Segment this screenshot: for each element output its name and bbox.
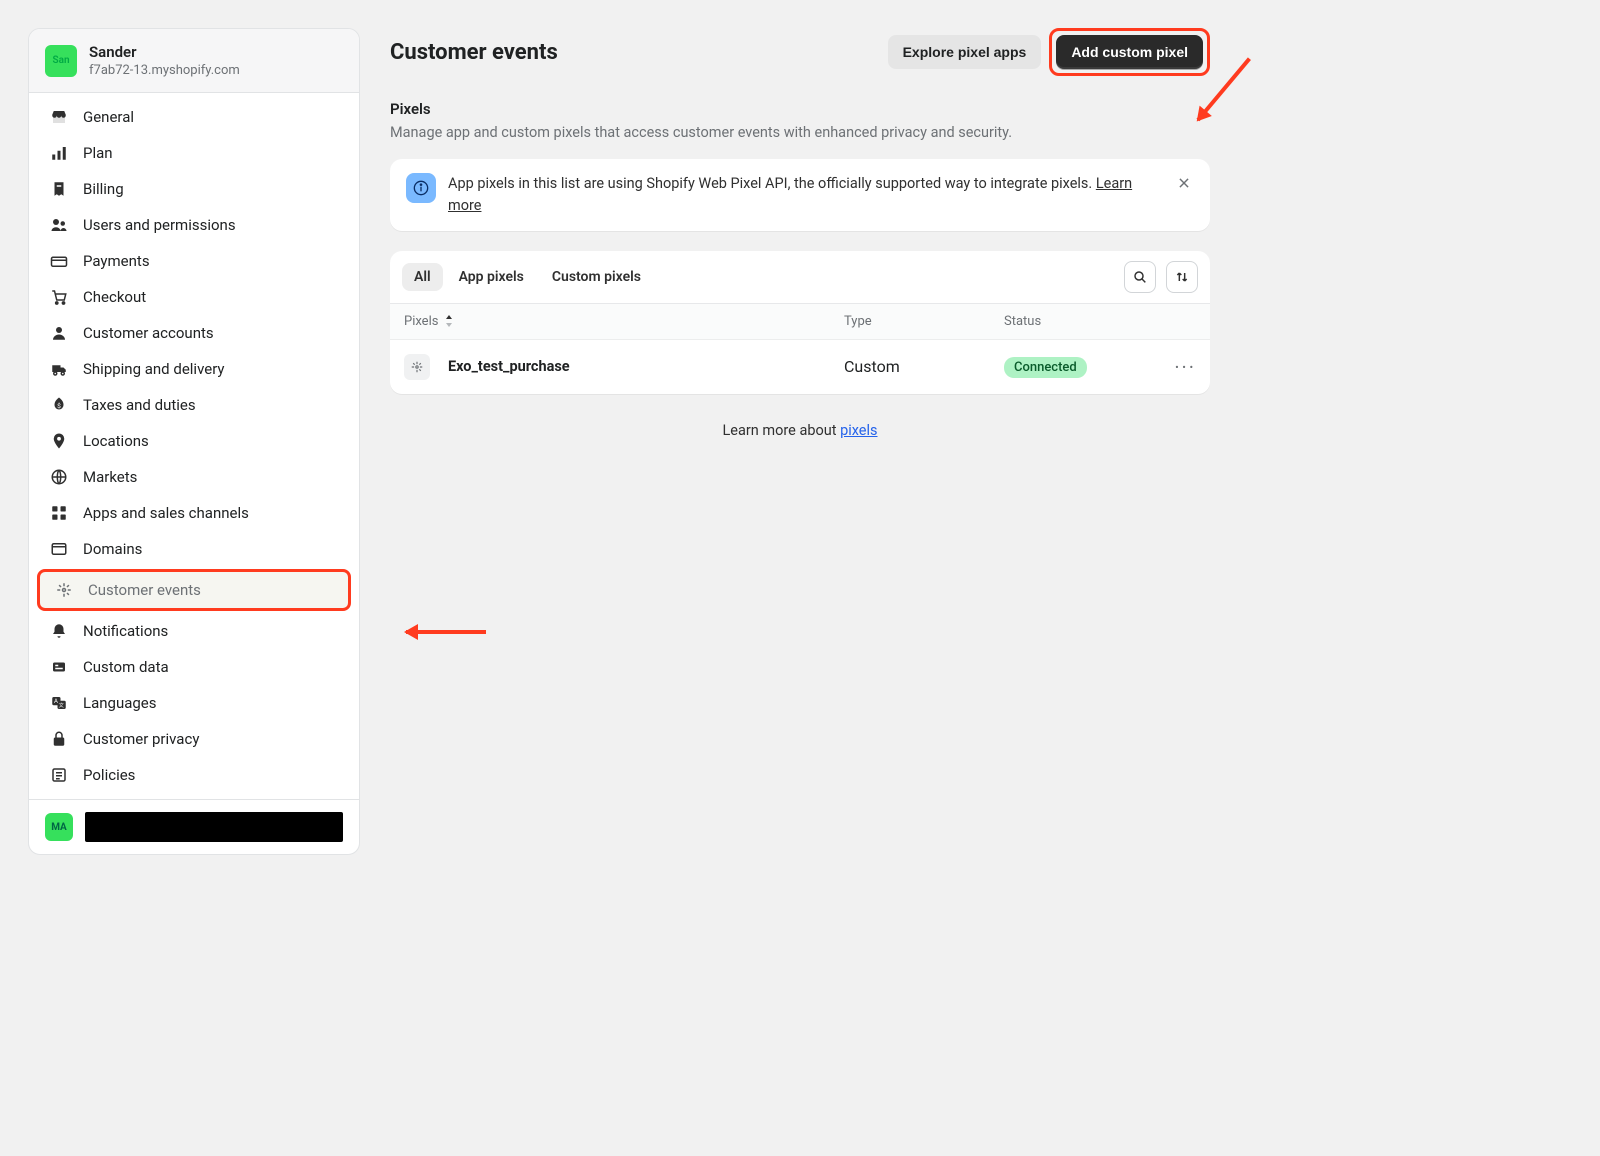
pixels-docs-link[interactable]: pixels [840,422,877,439]
sidebar-item-label: Customer accounts [83,324,214,342]
sidebar-item-label: Customer events [88,581,201,599]
bell-icon [49,621,69,641]
taxes-icon: $ [49,395,69,415]
redacted-user-info [85,812,343,842]
store-icon [49,107,69,127]
tab-all[interactable]: All [402,263,443,291]
sidebar-item-label: Customer privacy [83,730,199,748]
pixel-icon [54,580,74,600]
sidebar-item-custom-data[interactable]: Custom data [35,649,353,685]
apps-icon [49,503,69,523]
users-icon [49,215,69,235]
sidebar-item-label: Locations [83,432,149,450]
sidebar-item-payments[interactable]: Payments [35,243,353,279]
sidebar-item-label: General [83,108,134,126]
learn-more-footer: Learn more about pixels [390,422,1210,439]
main-content: Customer events Explore pixel apps Add c… [390,28,1210,855]
status-badge: Connected [1004,357,1087,378]
svg-text:$: $ [57,402,61,410]
markets-icon [49,467,69,487]
info-icon [406,173,436,203]
sidebar-footer: MA [29,799,359,854]
search-icon[interactable] [1124,261,1156,293]
pixels-section-title: Pixels [390,100,1210,118]
shop-name: Sander [89,43,240,61]
column-header-pixels[interactable]: Pixels [404,314,844,329]
column-header-type[interactable]: Type [844,314,1004,329]
sort-icon[interactable] [1166,261,1198,293]
add-custom-pixel-button[interactable]: Add custom pixel [1056,35,1203,69]
sidebar-item-label: Apps and sales channels [83,504,249,522]
sidebar-item-label: Shipping and delivery [83,360,225,378]
sidebar-item-label: Domains [83,540,142,558]
person-icon [49,323,69,343]
info-banner-text: App pixels in this list are using Shopif… [448,173,1162,217]
payments-icon [49,251,69,271]
add-custom-pixel-highlight: Add custom pixel [1049,28,1210,76]
tab-app-pixels[interactable]: App pixels [447,263,536,291]
pixel-type: Custom [844,357,1004,376]
sidebar-item-plan[interactable]: Plan [35,135,353,171]
table-row[interactable]: Exo_test_purchase Custom Connected ··· [390,339,1210,394]
table-header-row: Pixels Type Status [390,303,1210,339]
sidebar-item-languages[interactable]: A文 Languages [35,685,353,721]
settings-nav: General Plan Billing Users and permissions P… [29,93,359,799]
sidebar-item-billing[interactable]: Billing [35,171,353,207]
sidebar-item-taxes-and-duties[interactable]: $ Taxes and duties [35,387,353,423]
lang-icon: A文 [49,693,69,713]
row-actions-menu-icon[interactable]: ··· [1154,355,1196,379]
user-avatar[interactable]: MA [45,813,73,841]
sidebar-item-policies[interactable]: Policies [35,757,353,793]
settings-sidebar: San Sander f7ab72-13.myshopify.com Gener… [28,28,360,855]
sidebar-item-customer-events[interactable]: Customer events [37,569,351,611]
pixels-table: All App pixels Custom pixels Pixels Type… [390,251,1210,394]
checkout-icon [49,287,69,307]
sidebar-item-label: Users and permissions [83,216,236,234]
sidebar-item-notifications[interactable]: Notifications [35,613,353,649]
sidebar-item-general[interactable]: General [35,99,353,135]
sidebar-item-locations[interactable]: Locations [35,423,353,459]
close-icon[interactable] [1174,173,1194,193]
tab-custom-pixels[interactable]: Custom pixels [540,263,653,291]
data-icon [49,657,69,677]
pixels-section-description: Manage app and custom pixels that access… [390,124,1210,141]
sidebar-item-label: Notifications [83,622,168,640]
sidebar-item-markets[interactable]: Markets [35,459,353,495]
lock-icon [49,729,69,749]
sort-indicator-icon [444,315,454,327]
shop-identity[interactable]: San Sander f7ab72-13.myshopify.com [29,29,359,93]
sidebar-item-shipping-and-delivery[interactable]: Shipping and delivery [35,351,353,387]
sidebar-item-customer-accounts[interactable]: Customer accounts [35,315,353,351]
annotation-arrow-left [406,630,486,634]
domains-icon [49,539,69,559]
shop-domain: f7ab72-13.myshopify.com [89,63,240,78]
sidebar-item-label: Taxes and duties [83,396,196,414]
column-header-status[interactable]: Status [1004,314,1154,329]
policies-icon [49,765,69,785]
sidebar-item-checkout[interactable]: Checkout [35,279,353,315]
explore-pixel-apps-button[interactable]: Explore pixel apps [888,35,1042,69]
svg-text:A: A [54,698,58,705]
shipping-icon [49,359,69,379]
info-banner: App pixels in this list are using Shopif… [390,159,1210,231]
location-icon [49,431,69,451]
billing-icon [49,179,69,199]
sidebar-item-domains[interactable]: Domains [35,531,353,567]
sidebar-item-label: Plan [83,144,113,162]
sidebar-item-label: Policies [83,766,135,784]
sidebar-item-apps-and-sales-channels[interactable]: Apps and sales channels [35,495,353,531]
pixel-icon [404,354,430,380]
sidebar-item-label: Checkout [83,288,146,306]
sidebar-item-label: Markets [83,468,137,486]
sidebar-item-label: Payments [83,252,150,270]
sidebar-item-customer-privacy[interactable]: Customer privacy [35,721,353,757]
sidebar-item-label: Billing [83,180,124,198]
pixel-name: Exo_test_purchase [448,358,570,375]
sidebar-item-users-and-permissions[interactable]: Users and permissions [35,207,353,243]
sidebar-item-label: Languages [83,694,157,712]
shop-avatar: San [45,45,77,77]
plan-icon [49,143,69,163]
page-title: Customer events [390,40,558,65]
sidebar-item-label: Custom data [83,658,169,676]
